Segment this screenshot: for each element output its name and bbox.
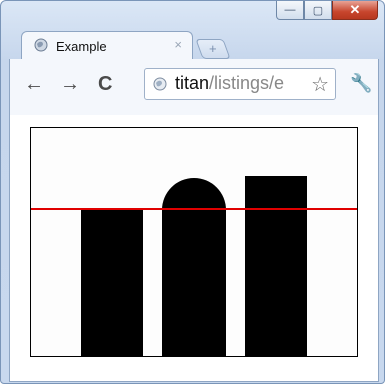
globe-icon — [34, 38, 48, 52]
forward-button[interactable]: → — [60, 73, 80, 96]
minimize-button[interactable]: — — [276, 1, 304, 20]
left-bar — [81, 209, 143, 356]
tab-close-icon[interactable]: × — [174, 37, 182, 52]
caption-buttons: — ▢ ✕ — [276, 1, 378, 20]
url-host: titan — [175, 73, 210, 93]
address-bar[interactable]: titan/listings/e ☆ — [144, 68, 336, 100]
plus-icon: + — [209, 41, 217, 56]
page-content — [9, 115, 379, 382]
globe-icon — [153, 77, 167, 91]
right-bar — [245, 176, 307, 356]
tab-example[interactable]: Example × — [21, 31, 193, 60]
tab-title: Example — [56, 39, 107, 54]
reload-button[interactable]: C — [98, 73, 112, 96]
tab-strip: Example × + — [9, 25, 379, 60]
rounded-middle-bar — [162, 178, 226, 356]
wrench-icon[interactable]: 🔧 — [350, 73, 372, 94]
new-tab-button[interactable]: + — [195, 39, 231, 59]
close-window-button[interactable]: ✕ — [332, 1, 378, 20]
canvas-drawing — [31, 176, 357, 356]
url-path: /listings/e — [209, 73, 285, 93]
bookmark-star-icon[interactable]: ☆ — [311, 72, 329, 97]
browser-window: — ▢ ✕ Example × + ← → C titan/listings/e… — [0, 0, 385, 384]
maximize-button[interactable]: ▢ — [304, 1, 332, 20]
url-text: titan/listings/e — [175, 73, 305, 94]
toolbar: ← → C titan/listings/e ☆ 🔧 — [9, 59, 379, 115]
canvas — [30, 127, 358, 357]
back-button[interactable]: ← — [24, 73, 44, 96]
